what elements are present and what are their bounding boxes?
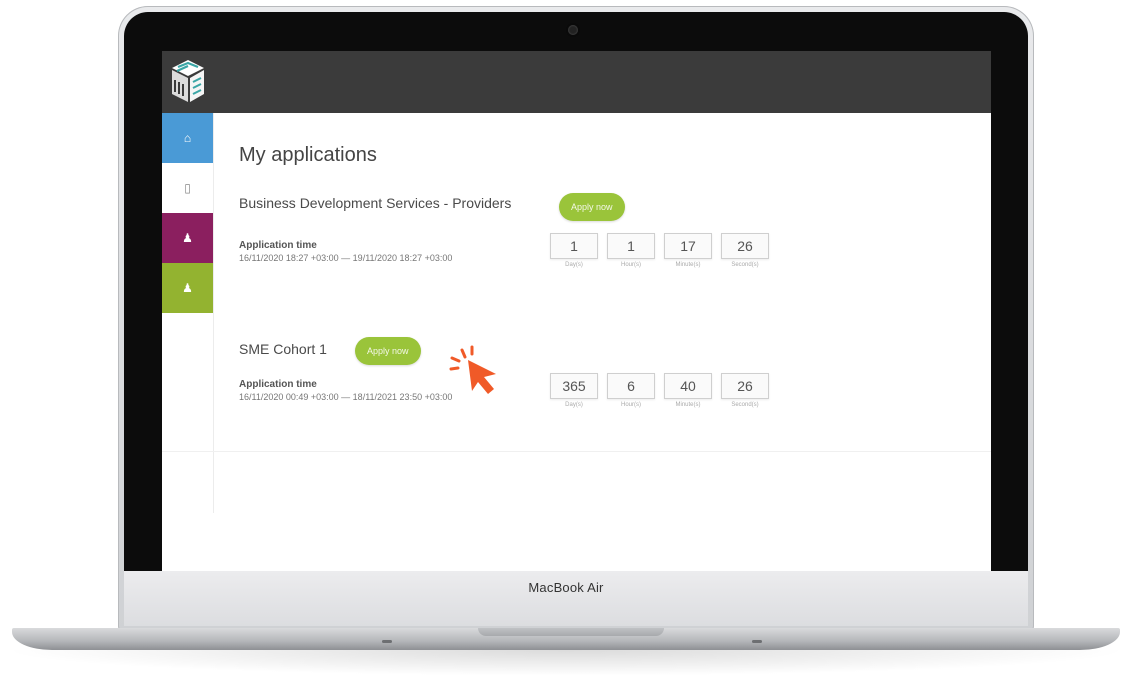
- countdown-days: 1 Day(s): [550, 233, 598, 268]
- sidebar: ⌂ ▯ ♟ ♟: [162, 113, 214, 513]
- application-time-range: 16/11/2020 18:27 +03:00 — 19/11/2020 18:…: [239, 253, 453, 263]
- countdown-value: 1: [550, 233, 598, 259]
- apply-now-button[interactable]: Apply now: [559, 193, 625, 221]
- countdown-minutes: 17 Minute(s): [664, 233, 712, 268]
- laptop-foot: [752, 640, 762, 643]
- document-icon: ▯: [184, 181, 191, 195]
- countdown-unit: Hour(s): [620, 402, 641, 408]
- countdown-unit: Day(s): [565, 262, 583, 268]
- countdown-minutes: 40 Minute(s): [664, 373, 712, 408]
- user-group-icon: ♟: [182, 231, 193, 245]
- countdown-unit: Hour(s): [620, 262, 641, 268]
- countdown-value: 17: [664, 233, 712, 259]
- program-name: SME Cohort 1: [239, 341, 327, 357]
- countdown-value: 1: [607, 233, 655, 259]
- countdown-unit: Minute(s): [675, 402, 701, 408]
- laptop-base-notch: [478, 628, 664, 636]
- apply-now-button[interactable]: Apply now: [355, 337, 421, 365]
- device-brand-label: MacBook Air: [528, 580, 604, 595]
- sme-logo-icon: [172, 60, 204, 102]
- laptop-shadow: [0, 650, 1132, 676]
- camera-icon: [568, 25, 578, 35]
- home-icon: ⌂: [183, 131, 192, 145]
- app-header: [162, 51, 991, 113]
- laptop-foot: [382, 640, 392, 643]
- users-icon: ♟: [182, 281, 193, 295]
- countdown-unit: Day(s): [565, 402, 583, 408]
- sidebar-item-applications[interactable]: ▯: [162, 163, 213, 213]
- countdown-value: 365: [550, 373, 598, 399]
- app-screen: ⌂ ▯ ♟ ♟ My applications Business Develop…: [162, 51, 991, 571]
- pointer-cursor-icon: [449, 345, 496, 394]
- sidebar-item-users[interactable]: ♟: [162, 263, 213, 313]
- countdown-days: 365 Day(s): [550, 373, 598, 408]
- countdown-value: 6: [607, 373, 655, 399]
- countdown-unit: Second(s): [731, 262, 759, 268]
- sidebar-item-home[interactable]: ⌂: [162, 113, 213, 163]
- application-time-label: Application time: [239, 379, 317, 390]
- countdown-seconds: 26 Second(s): [721, 233, 769, 268]
- countdown-value: 40: [664, 373, 712, 399]
- countdown-value: 26: [721, 233, 769, 259]
- countdown-hours: 6 Hour(s): [607, 373, 655, 408]
- application-time-label: Application time: [239, 240, 317, 251]
- countdown-hours: 1 Hour(s): [607, 233, 655, 268]
- countdown-timer: 365 Day(s) 6 Hour(s) 40 Minute(s) 26 Sec…: [550, 373, 769, 408]
- sidebar-item-groups[interactable]: ♟: [162, 213, 213, 263]
- application-time-range: 16/11/2020 00:49 +03:00 — 18/11/2021 23:…: [239, 392, 453, 402]
- countdown-unit: Second(s): [731, 402, 759, 408]
- program-name: Business Development Services - Provider…: [239, 195, 512, 211]
- countdown-unit: Minute(s): [675, 262, 701, 268]
- countdown-value: 26: [721, 373, 769, 399]
- screen-divider: [162, 451, 991, 452]
- page-title: My applications: [239, 144, 377, 166]
- countdown-seconds: 26 Second(s): [721, 373, 769, 408]
- countdown-timer: 1 Day(s) 1 Hour(s) 17 Minute(s) 26 Secon…: [550, 233, 769, 268]
